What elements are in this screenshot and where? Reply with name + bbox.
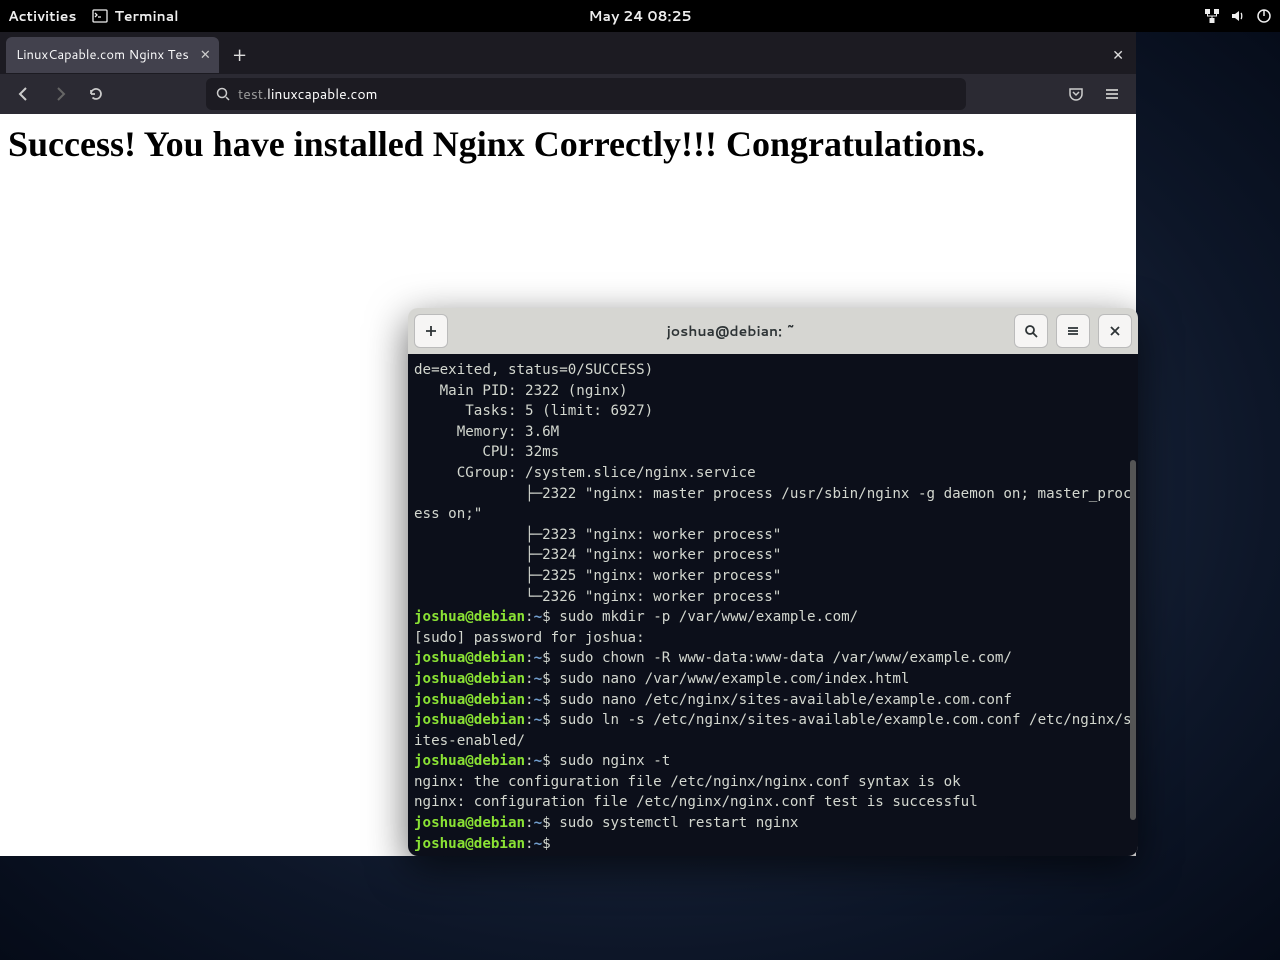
new-tab-button[interactable]: + — [225, 45, 255, 65]
terminal-header: joshua@debian: ~ — [408, 308, 1138, 354]
hamburger-button[interactable] — [1056, 314, 1090, 348]
power-icon[interactable] — [1256, 8, 1272, 24]
volume-icon[interactable] — [1230, 8, 1246, 24]
terminal-window: joshua@debian: ~ de=exited, status=0/SUC… — [408, 308, 1138, 856]
terminal-title: joshua@debian: ~ — [456, 321, 1006, 341]
tab-close-icon[interactable]: ✕ — [200, 46, 211, 64]
window-close-icon[interactable]: ✕ — [1112, 45, 1124, 65]
browser-tab[interactable]: LinuxCapable.com Nginx Tes ✕ — [6, 37, 219, 73]
pocket-button[interactable] — [1060, 78, 1092, 110]
plus-icon — [424, 324, 438, 338]
active-app-indicator[interactable]: Terminal — [92, 6, 178, 26]
new-tab-button[interactable] — [414, 314, 448, 348]
tab-title: LinuxCapable.com Nginx Tes — [16, 46, 189, 64]
hamburger-icon — [1066, 324, 1080, 338]
clock[interactable]: May 24 08:25 — [589, 6, 692, 26]
tabstrip: LinuxCapable.com Nginx Tes ✕ + ✕ — [0, 32, 1136, 74]
search-button[interactable] — [1014, 314, 1048, 348]
url-bar[interactable]: test.linuxcapable.com — [206, 78, 966, 110]
terminal-output: de=exited, status=0/SUCCESS) Main PID: 2… — [414, 360, 1132, 854]
close-button[interactable] — [1098, 314, 1132, 348]
close-icon — [1108, 324, 1122, 338]
forward-button — [44, 78, 76, 110]
scrollbar[interactable] — [1130, 460, 1136, 820]
search-icon — [1024, 324, 1038, 338]
gnome-topbar: Activities Terminal May 24 08:25 — [0, 0, 1280, 32]
terminal-icon — [92, 8, 108, 24]
back-button[interactable] — [8, 78, 40, 110]
network-icon[interactable] — [1204, 8, 1220, 24]
navbar: test.linuxcapable.com — [0, 74, 1136, 114]
search-icon — [216, 87, 230, 101]
url-text: test.linuxcapable.com — [238, 84, 378, 104]
page-heading: Success! You have installed Nginx Correc… — [8, 122, 1128, 167]
terminal-body[interactable]: de=exited, status=0/SUCCESS) Main PID: 2… — [408, 354, 1138, 856]
app-menu-button[interactable] — [1096, 78, 1128, 110]
reload-button[interactable] — [80, 78, 112, 110]
activities-button[interactable]: Activities — [8, 6, 76, 26]
